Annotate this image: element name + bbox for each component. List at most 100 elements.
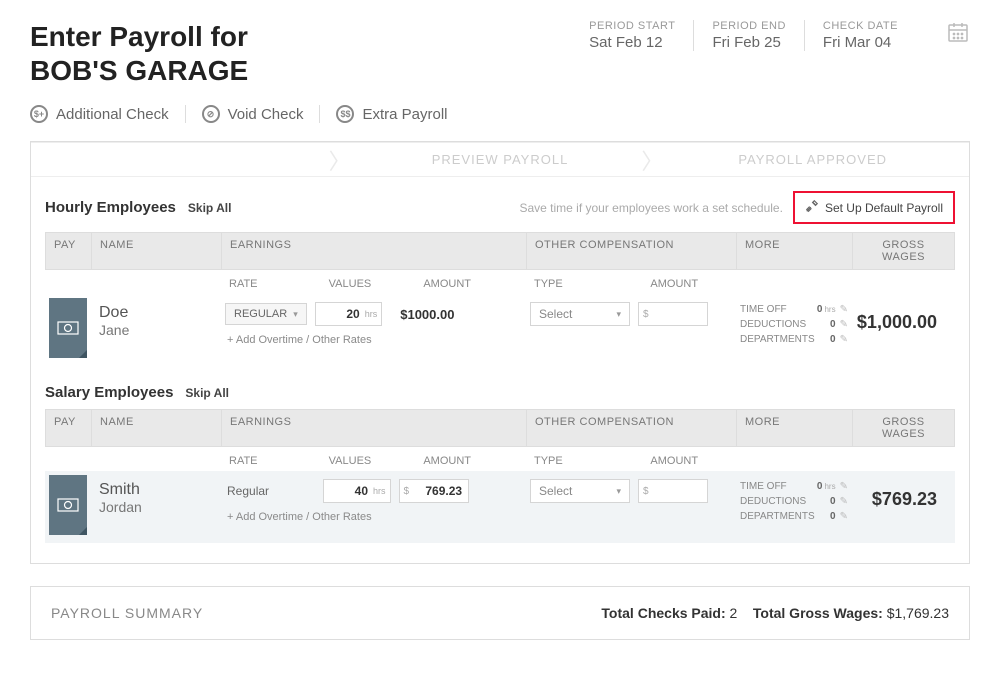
time-off-value: 0 [817,481,823,492]
departments-value: 0 [830,334,836,345]
summary-title: PAYROLL SUMMARY [51,605,203,621]
amount-input-wrap[interactable]: $ [399,479,470,503]
chevron-down-icon: ▾ [293,309,298,320]
employee-name[interactable]: Smith Jordan [91,475,221,521]
subcol-values: VALUES [329,278,424,290]
extra-payroll-icon: $$ [336,105,354,123]
departments-label: DEPARTMENTS [740,334,815,345]
col-other-comp: OTHER COMPENSATION [527,233,737,269]
amount-input[interactable] [412,483,464,499]
time-off-unit: hrs [824,482,835,491]
col-pay: PAY [46,410,92,446]
pencil-icon[interactable]: ✎ [840,481,848,492]
pay-toggle[interactable] [49,475,87,535]
other-comp-amount-wrap[interactable]: $ [638,302,708,326]
add-overtime-link[interactable]: + Add Overtime / Other Rates [225,334,522,346]
hourly-employee-row: Doe Jane REGULAR ▾ hrs $1000.00 + Add Ov… [45,294,955,366]
setup-default-payroll-button[interactable]: Set Up Default Payroll [793,191,955,224]
period-end-label: PERIOD END [712,20,785,32]
page-title: Enter Payroll for BOB'S GARAGE [30,20,551,87]
other-comp-type-select[interactable]: Select ▾ [530,479,630,503]
wizard-steps: ENTER PAYROLL 〉 PREVIEW PAYROLL 〉 PAYROL… [31,142,969,177]
step-preview-payroll[interactable]: PREVIEW PAYROLL 〉 [344,142,657,177]
extra-payroll-label: Extra Payroll [362,106,447,123]
pay-toggle[interactable] [49,298,87,358]
subcol-type: TYPE [534,455,650,467]
employee-last-name: Doe [99,304,213,322]
rate-select[interactable]: REGULAR ▾ [225,303,307,325]
employee-first-name: Jane [99,322,213,338]
salary-skip-all-button[interactable]: Skip All [185,386,229,400]
hourly-skip-all-button[interactable]: Skip All [188,201,232,215]
chevron-down-icon: ▾ [616,486,621,497]
subcol-comp-amount: AMOUNT [650,278,728,290]
subcol-amount: AMOUNT [423,455,518,467]
deductions-label: DEDUCTIONS [740,496,806,507]
time-off-label: TIME OFF [740,481,787,492]
col-pay: PAY [46,233,92,269]
void-icon: ⊘ [202,105,220,123]
time-off-unit: hrs [824,305,835,314]
other-comp-amount-input[interactable] [649,306,697,322]
step-enter-payroll[interactable]: ENTER PAYROLL 〉 [31,142,344,177]
pencil-icon[interactable]: ✎ [840,319,848,330]
salary-column-headers: PAY NAME EARNINGS OTHER COMPENSATION MOR… [45,409,955,447]
hours-input[interactable] [328,483,370,499]
pencil-icon[interactable]: ✎ [840,334,848,345]
total-checks-label: Total Checks Paid: [601,605,725,621]
additional-check-button[interactable]: $+ Additional Check [30,105,186,123]
total-gross-label: Total Gross Wages: [753,605,883,621]
total-checks-value: 2 [730,605,738,621]
col-gross: GROSS WAGES [853,410,954,446]
pencil-icon[interactable]: ✎ [840,304,848,315]
employee-first-name: Jordan [99,499,213,515]
hourly-section-title: Hourly Employees [45,199,176,216]
add-overtime-link[interactable]: + Add Overtime / Other Rates [225,511,522,523]
col-name: NAME [92,233,222,269]
other-comp-type-label: Select [539,307,572,321]
check-date-label: CHECK DATE [823,20,898,32]
other-comp-amount-wrap[interactable]: $ [638,479,708,503]
calendar-icon[interactable] [946,20,970,44]
title-line1: Enter Payroll for [30,21,248,52]
col-other-comp: OTHER COMPENSATION [527,410,737,446]
step-payroll-approved[interactable]: PAYROLL APPROVED [656,142,969,177]
other-comp-amount-input[interactable] [649,483,697,499]
salary-section-title: Salary Employees [45,384,173,401]
earnings-amount: $1000.00 [390,307,454,322]
pencil-icon[interactable]: ✎ [840,496,848,507]
hours-input-wrap[interactable]: hrs [323,479,391,503]
period-start-value: Sat Feb 12 [589,34,675,51]
extra-payroll-button[interactable]: $$ Extra Payroll [320,105,463,123]
col-gross: GROSS WAGES [853,233,954,269]
period-start-label: PERIOD START [589,20,675,32]
check-date-value: Fri Mar 04 [823,34,898,51]
subcol-comp-amount: AMOUNT [650,455,728,467]
other-comp-type-select[interactable]: Select ▾ [530,302,630,326]
void-check-button[interactable]: ⊘ Void Check [186,105,321,123]
hours-input[interactable] [320,306,362,322]
departments-label: DEPARTMENTS [740,511,815,522]
setup-default-payroll-label: Set Up Default Payroll [825,201,943,215]
salary-employee-row: Smith Jordan Regular hrs $ + Add Overtim… [45,471,955,543]
hourly-column-headers: PAY NAME EARNINGS OTHER COMPENSATION MOR… [45,232,955,270]
void-check-label: Void Check [228,106,304,123]
employee-name[interactable]: Doe Jane [91,298,221,344]
col-earnings: EARNINGS [222,233,527,269]
time-off-value: 0 [817,304,823,315]
period-end-value: Fri Feb 25 [712,34,785,51]
col-earnings: EARNINGS [222,410,527,446]
total-gross-value: $1,769.23 [887,605,949,621]
default-payroll-hint: Save time if your employees work a set s… [519,201,782,215]
col-name: NAME [92,410,222,446]
hours-input-wrap[interactable]: hrs [315,302,383,326]
hourly-sub-headers: RATE VALUES AMOUNT TYPE AMOUNT [45,274,955,294]
gross-wages-value: $1,000.00 [852,298,955,333]
hours-unit: hrs [373,486,386,496]
tools-icon [805,199,819,216]
salary-sub-headers: RATE VALUES AMOUNT TYPE AMOUNT [45,451,955,471]
title-line2: BOB'S GARAGE [30,55,248,86]
pencil-icon[interactable]: ✎ [840,511,848,522]
subcol-rate: RATE [229,278,329,290]
rate-select-label: REGULAR [234,308,287,320]
